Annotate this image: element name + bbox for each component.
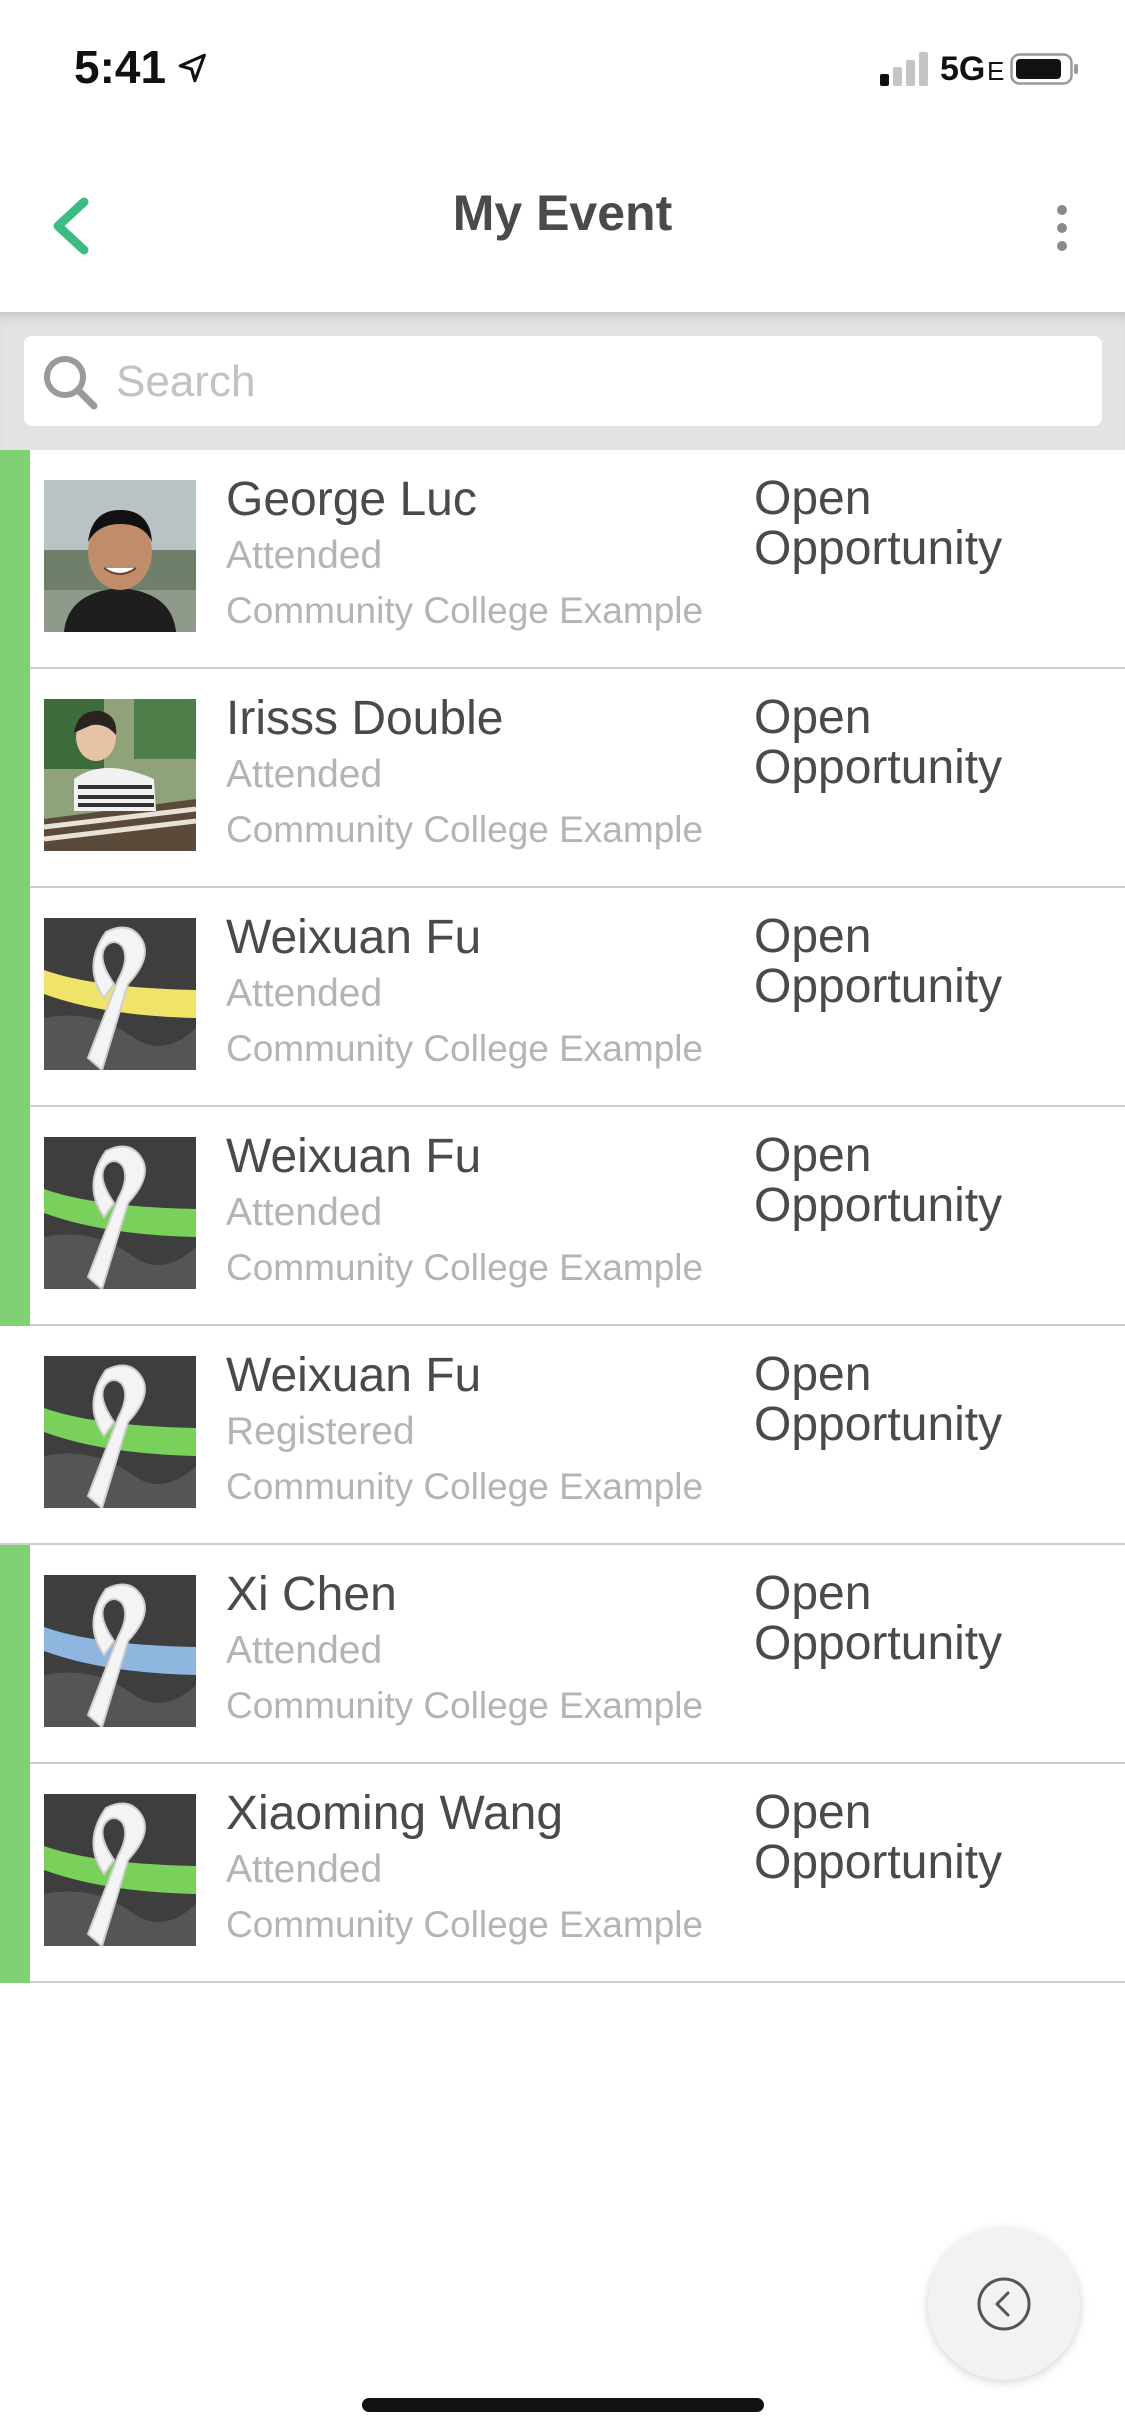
attendance-indicator bbox=[0, 1107, 30, 1326]
more-options-icon[interactable] bbox=[1044, 198, 1080, 258]
attendee-name: Weixuan Fu bbox=[226, 1130, 482, 1183]
attendance-status: Attended bbox=[226, 753, 383, 796]
search-icon bbox=[44, 356, 98, 410]
status-time: 5:41 bbox=[74, 41, 167, 93]
attendance-indicator bbox=[0, 669, 30, 888]
avatar bbox=[44, 1575, 196, 1727]
attendee-list: George Luc Attended Community College Exam… bbox=[0, 450, 1125, 1983]
navigation-header: My Event bbox=[0, 140, 1125, 312]
chevron-left-circle-icon bbox=[977, 2277, 1031, 2331]
list-item[interactable]: Xi Chen Attended Community College Example… bbox=[0, 1545, 1125, 1764]
opportunity-label: Open Opportunity bbox=[754, 1348, 1003, 1451]
avatar bbox=[44, 1356, 196, 1508]
attendance-status: Attended bbox=[226, 972, 383, 1015]
collapse-menu-button[interactable] bbox=[928, 2228, 1080, 2380]
avatar bbox=[44, 480, 196, 632]
opportunity-label: Open Opportunity bbox=[754, 1129, 1003, 1232]
attendance-indicator bbox=[0, 1326, 30, 1545]
opportunity-label: Open Opportunity bbox=[754, 472, 1003, 575]
attendance-indicator bbox=[0, 1764, 30, 1983]
list-item[interactable]: Weixuan Fu Attended Community College Exam… bbox=[0, 1107, 1125, 1326]
attendance-indicator bbox=[0, 450, 30, 669]
attendance-status: Attended bbox=[226, 1848, 383, 1891]
network-type-suffix: E bbox=[987, 56, 1005, 86]
list-item[interactable]: George Luc Attended Community College Exam… bbox=[0, 450, 1125, 669]
organization-name: Community College Example bbox=[226, 1247, 704, 1288]
home-indicator bbox=[362, 2398, 764, 2412]
avatar bbox=[44, 699, 196, 851]
avatar bbox=[44, 1794, 196, 1946]
organization-name: Community College Example bbox=[226, 1028, 704, 1069]
attendance-indicator bbox=[0, 888, 30, 1107]
organization-name: Community College Example bbox=[226, 1685, 704, 1726]
attendance-indicator bbox=[0, 1545, 30, 1764]
status-bar: 5:41 5G E bbox=[0, 0, 1125, 140]
organization-name: Community College Example bbox=[226, 1466, 704, 1507]
attendance-status: Attended bbox=[226, 534, 383, 577]
network-type: 5G bbox=[940, 50, 986, 88]
attendee-name: George Luc bbox=[226, 473, 477, 526]
organization-name: Community College Example bbox=[226, 809, 704, 850]
list-item[interactable]: Weixuan Fu Attended Community College Exam… bbox=[0, 888, 1125, 1107]
search-input[interactable] bbox=[114, 350, 1068, 414]
attendance-status: Registered bbox=[226, 1410, 415, 1453]
opportunity-label: Open Opportunity bbox=[754, 691, 1003, 794]
avatar bbox=[44, 1137, 196, 1289]
avatar bbox=[44, 918, 196, 1070]
list-item[interactable]: Irisss Double Attended Community College E… bbox=[0, 669, 1125, 888]
attendee-name: Xiaoming Wang bbox=[226, 1787, 564, 1840]
organization-name: Community College Example bbox=[226, 590, 704, 631]
list-item[interactable]: Weixuan Fu Registered Community College Ex… bbox=[0, 1326, 1125, 1545]
search-box[interactable] bbox=[24, 336, 1102, 426]
opportunity-label: Open Opportunity bbox=[754, 1567, 1003, 1670]
opportunity-label: Open Opportunity bbox=[754, 1786, 1003, 1889]
location-arrow-icon bbox=[178, 53, 206, 83]
attendee-name: Irisss Double bbox=[226, 692, 504, 745]
attendee-name: Xi Chen bbox=[226, 1568, 397, 1621]
opportunity-label: Open Opportunity bbox=[754, 910, 1003, 1013]
attendance-status: Attended bbox=[226, 1629, 383, 1672]
list-item[interactable]: Xiaoming Wang Attended Community College E… bbox=[0, 1764, 1125, 1983]
attendee-name: Weixuan Fu bbox=[226, 911, 482, 964]
page-title: My Event bbox=[452, 185, 673, 241]
attendee-name: Weixuan Fu bbox=[226, 1349, 482, 1402]
organization-name: Community College Example bbox=[226, 1904, 704, 1945]
battery-icon bbox=[1010, 53, 1078, 85]
signal-strength-icon bbox=[880, 52, 928, 86]
search-bar-container bbox=[0, 312, 1125, 450]
attendance-status: Attended bbox=[226, 1191, 383, 1234]
